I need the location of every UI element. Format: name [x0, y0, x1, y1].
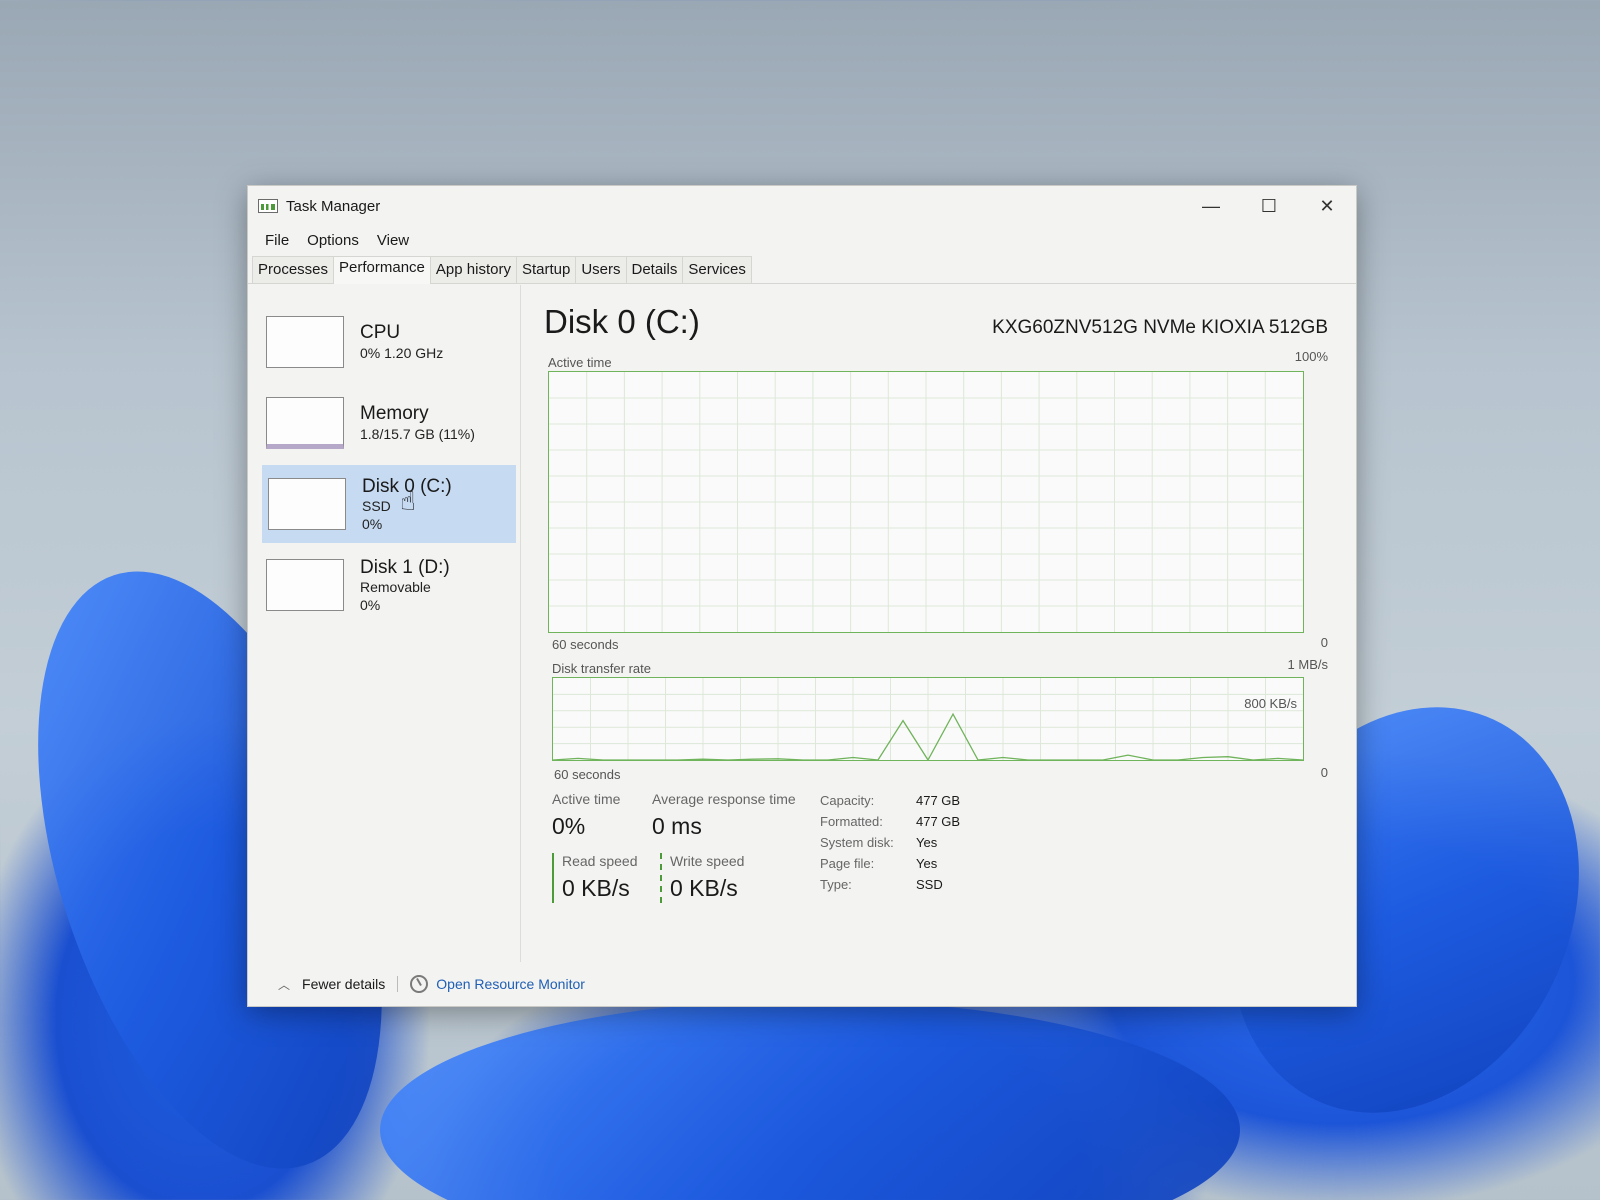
write-speed-value: 0 KB/s: [670, 875, 738, 901]
title-bar[interactable]: Task Manager — ☐ ✕: [248, 186, 1356, 226]
capacity-value: 477 GB: [916, 793, 961, 808]
transfer-graph-label: Disk transfer rate: [552, 661, 651, 676]
avg-response-label: Average response time: [652, 791, 796, 807]
transfer-graph-time: 60 seconds: [554, 767, 621, 782]
sidebar-item-cpu[interactable]: CPU 0% 1.20 GHz: [248, 303, 520, 381]
active-time-graph-time: 60 seconds: [552, 637, 619, 652]
transfer-rate-chart: [552, 678, 1304, 762]
tab-processes[interactable]: Processes: [252, 256, 335, 283]
capacity-key: Capacity:: [820, 793, 875, 808]
active-time-graph-label: Active time: [548, 355, 612, 370]
tab-startup[interactable]: Startup: [515, 256, 577, 283]
menu-view[interactable]: View: [370, 230, 416, 251]
task-manager-icon: [258, 199, 278, 213]
page-file-value: Yes: [916, 856, 938, 871]
sidebar-item-usage: 0%: [362, 515, 383, 532]
system-disk-key: System disk:: [820, 835, 894, 850]
avg-response-value: 0 ms: [652, 813, 702, 839]
write-speed-label: Write speed: [670, 853, 745, 869]
tab-strip: Processes Performance App history Startu…: [248, 254, 1356, 284]
maximize-button[interactable]: ☐: [1240, 186, 1298, 226]
read-speed-indicator: [552, 853, 554, 903]
tab-performance[interactable]: Performance: [333, 256, 431, 284]
formatted-value: 477 GB: [916, 814, 961, 829]
tab-app-history[interactable]: App history: [429, 256, 517, 283]
resource-sidebar: CPU 0% 1.20 GHz Memory 1.8/15.7 GB (11%)…: [248, 285, 521, 962]
disk-0-thumbnail: [268, 478, 346, 530]
active-time-graph-min: 0: [1320, 635, 1328, 650]
sidebar-item-title: Disk 1 (D:): [360, 556, 450, 578]
transfer-rate-graph: 800 KB/s: [552, 677, 1304, 762]
window-title: Task Manager: [286, 197, 381, 215]
menu-bar: File Options View: [248, 226, 1356, 254]
sidebar-item-disk-1[interactable]: Disk 1 (D:) Removable 0%: [248, 546, 520, 624]
system-disk-value: Yes: [916, 835, 938, 850]
page-file-key: Page file:: [820, 856, 875, 871]
disk-1-thumbnail: [266, 559, 344, 611]
footer-separator: [397, 976, 399, 992]
fewer-details-button[interactable]: ︿ Fewer details: [278, 976, 385, 993]
sidebar-item-detail: 0% 1.20 GHz: [360, 345, 444, 362]
menu-file[interactable]: File: [258, 230, 296, 251]
fewer-details-label: Fewer details: [302, 976, 386, 992]
sidebar-item-memory[interactable]: Memory 1.8/15.7 GB (11%): [248, 384, 520, 462]
minimize-button[interactable]: —: [1182, 186, 1240, 226]
resource-monitor-icon: [410, 975, 429, 993]
tab-details[interactable]: Details: [625, 256, 684, 283]
window-controls: — ☐ ✕: [1182, 186, 1356, 226]
sidebar-item-usage: 0%: [360, 596, 381, 613]
sidebar-item-title: CPU: [360, 322, 401, 344]
read-speed-label: Read speed: [562, 853, 638, 869]
active-time-graph-max: 100%: [1294, 349, 1328, 364]
task-manager-window: Task Manager — ☐ ✕ File Options View Pro…: [247, 185, 1357, 1007]
sidebar-item-detail: 1.8/15.7 GB (11%): [360, 426, 475, 443]
performance-content: CPU 0% 1.20 GHz Memory 1.8/15.7 GB (11%)…: [248, 285, 1356, 962]
menu-options[interactable]: Options: [300, 230, 366, 251]
chevron-up-icon: ︿: [278, 977, 291, 992]
open-resource-monitor-link[interactable]: Open Resource Monitor: [410, 975, 585, 993]
hand-cursor-icon: ☝: [400, 486, 416, 516]
active-time-graph: [548, 371, 1304, 633]
sidebar-item-type: Removable: [360, 579, 431, 596]
sidebar-item-title: Memory: [360, 403, 429, 425]
transfer-graph-mid: 800 KB/s: [1244, 696, 1297, 711]
transfer-graph-min: 0: [1320, 765, 1328, 780]
cpu-thumbnail: [266, 316, 344, 368]
disk-stats: Active time 0% Average response time 0 m…: [552, 787, 1312, 917]
sidebar-item-disk-0[interactable]: Disk 0 (C:) SSD 0%: [262, 465, 516, 543]
wallpaper-bloom-bottom: [380, 1000, 1240, 1200]
close-button[interactable]: ✕: [1298, 186, 1356, 226]
active-time-label: Active time: [552, 791, 621, 807]
formatted-key: Formatted:: [820, 814, 883, 829]
open-resource-monitor-label: Open Resource Monitor: [436, 976, 585, 992]
type-value: SSD: [916, 877, 943, 892]
write-speed-indicator: [660, 853, 662, 903]
disk-title: Disk 0 (C:): [544, 303, 700, 340]
active-time-value: 0%: [552, 813, 586, 839]
type-key: Type:: [820, 877, 852, 892]
footer-bar: ︿ Fewer details Open Resource Monitor: [248, 962, 1356, 1006]
active-time-grid: [549, 372, 1303, 632]
read-speed-value: 0 KB/s: [562, 875, 630, 901]
disk-properties: Capacity: 477 GB Formatted: 477 GB Syste…: [820, 793, 960, 892]
transfer-graph-max: 1 MB/s: [1287, 657, 1328, 672]
tab-services[interactable]: Services: [682, 256, 752, 283]
memory-thumbnail: [266, 397, 344, 449]
disk-detail-panel: Disk 0 (C:) KXG60ZNV512G NVMe KIOXIA 512…: [544, 285, 1332, 962]
tab-users[interactable]: Users: [575, 256, 627, 283]
disk-model: KXG60ZNV512G NVMe KIOXIA 512GB: [992, 317, 1328, 338]
